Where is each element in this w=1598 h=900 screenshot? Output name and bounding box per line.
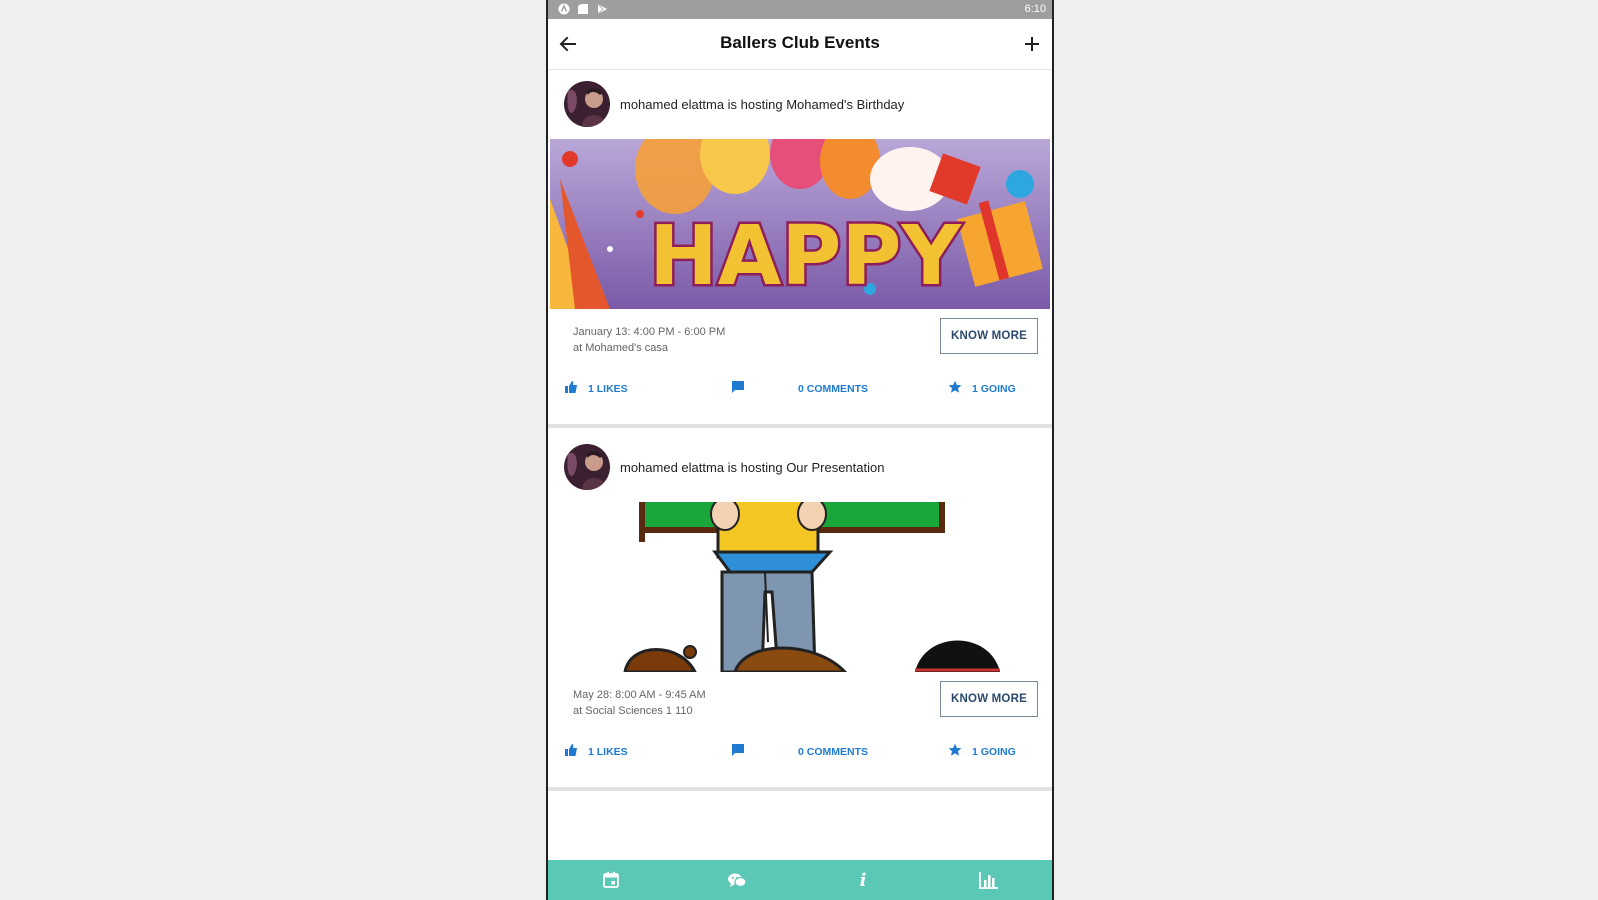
calendar-icon[interactable]	[591, 860, 631, 900]
likes-count: 1 LIKES	[588, 382, 628, 395]
star-icon	[948, 743, 962, 760]
comments-count[interactable]: 0 COMMENTS	[798, 383, 868, 395]
event-location: at Mohamed's casa	[573, 342, 669, 354]
going-count: 1 GOING	[972, 382, 1016, 395]
going-count: 1 GOING	[972, 745, 1016, 758]
chat-icon[interactable]	[717, 860, 757, 900]
sd-card-icon	[576, 2, 589, 15]
info-icon[interactable]: i	[843, 860, 883, 900]
app-bar: Ballers Club Events	[548, 19, 1052, 70]
know-more-button[interactable]: KNOW MORE	[940, 681, 1038, 717]
comment-icon	[731, 380, 745, 397]
event-location: at Social Sciences 1 110	[573, 705, 693, 717]
going-button[interactable]: 1 GOING	[948, 743, 1016, 760]
svg-text:HAPPY: HAPPY	[649, 209, 962, 304]
comments-count[interactable]: 0 COMMENTS	[798, 746, 868, 758]
comment-icon	[731, 743, 745, 760]
host-text: mohamed elattma is hosting Our Presentat…	[620, 460, 885, 475]
comment-button[interactable]	[731, 380, 745, 397]
status-bar: 6:10	[548, 0, 1052, 19]
event-banner-image[interactable]	[550, 502, 1050, 672]
event-time: May 28: 8:00 AM - 9:45 AM	[573, 689, 706, 701]
event-card: mohamed elattma is hosting Our Presentat…	[548, 435, 1052, 791]
event-details: May 28: 8:00 AM - 9:45 AM at Social Scie…	[573, 687, 706, 719]
event-banner-image[interactable]: HAPPY	[550, 139, 1050, 309]
avatar[interactable]	[564, 81, 610, 127]
plus-icon[interactable]	[1020, 32, 1044, 56]
thumbs-up-icon	[564, 380, 578, 397]
thumbs-up-icon	[564, 743, 578, 760]
comment-button[interactable]	[731, 743, 745, 760]
bar-chart-icon[interactable]	[969, 860, 1009, 900]
star-icon	[948, 380, 962, 397]
status-time: 6:10	[1024, 3, 1046, 15]
event-actions: 1 LIKES 0 COMMENTS 1 GOING	[548, 743, 1052, 763]
event-details: January 13: 4:00 PM - 6:00 PM at Mohamed…	[573, 324, 725, 356]
page-title: Ballers Club Events	[720, 33, 880, 52]
like-button[interactable]: 1 LIKES	[564, 743, 628, 760]
event-time: January 13: 4:00 PM - 6:00 PM	[573, 326, 726, 338]
likes-count: 1 LIKES	[588, 745, 628, 758]
going-button[interactable]: 1 GOING	[948, 380, 1016, 397]
event-actions: 1 LIKES 0 COMMENTS 1 GOING	[548, 380, 1052, 400]
know-more-button[interactable]: KNOW MORE	[940, 318, 1038, 354]
phone-screen: 6:10 Ballers Club Events mohamed elattma…	[546, 0, 1054, 900]
like-button[interactable]: 1 LIKES	[564, 380, 628, 397]
avatar[interactable]	[564, 444, 610, 490]
android-icon	[557, 2, 570, 15]
play-store-icon	[595, 2, 608, 15]
event-card: mohamed elattma is hosting Mohamed's Bir…	[548, 72, 1052, 428]
bottom-navigation: i	[548, 860, 1052, 900]
host-text: mohamed elattma is hosting Mohamed's Bir…	[620, 97, 905, 112]
